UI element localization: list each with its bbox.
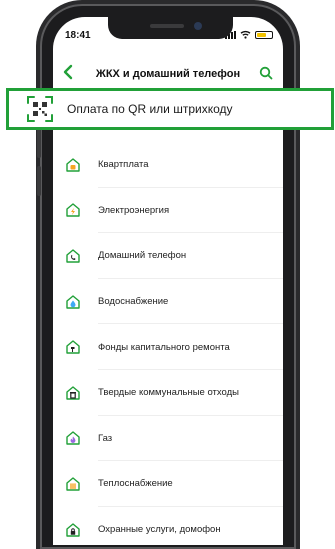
list-item-home-phone[interactable]: Домашний телефон — [53, 233, 283, 279]
list-item-label: Домашний телефон — [98, 250, 187, 262]
front-camera — [194, 22, 202, 30]
list-item-gas[interactable]: Газ — [53, 416, 283, 462]
battery-icon — [255, 30, 273, 39]
page-title: ЖКХ и домашний телефон — [95, 68, 241, 80]
list-item-label: Электроэнергия — [98, 204, 170, 216]
lightning-icon — [66, 203, 80, 218]
qr-scan-icon — [27, 96, 53, 122]
list-item-label: Водоснабжение — [98, 296, 169, 308]
list-item-solid-waste[interactable]: Твердые коммунальные отходы — [53, 370, 283, 416]
search-icon[interactable] — [259, 66, 273, 80]
phone-volume-up — [37, 128, 41, 158]
list-item-kvartplata[interactable]: Квартплата — [53, 142, 283, 188]
list-item-heating[interactable]: Теплоснабжение — [53, 461, 283, 507]
trash-icon — [66, 386, 80, 400]
water-drop-icon — [66, 294, 80, 309]
list-item-label: Газ — [98, 432, 113, 444]
wifi-icon — [240, 30, 251, 39]
heat-icon — [66, 477, 80, 491]
phone-icon — [66, 249, 80, 263]
app-header: ЖКХ и домашний телефон — [53, 59, 283, 89]
gas-flame-icon — [66, 431, 80, 446]
category-list: Квартплата Электроэнергия Домашний телеф… — [53, 142, 283, 545]
back-arrow-icon[interactable] — [63, 64, 73, 80]
lock-icon — [66, 522, 80, 537]
list-item-label: Теплоснабжение — [98, 478, 173, 490]
list-item-security[interactable]: Охранные услуги, домофон — [53, 507, 283, 545]
house-icon — [66, 158, 80, 172]
list-item-electricity[interactable]: Электроэнергия — [53, 188, 283, 234]
phone-volume-down — [37, 166, 41, 196]
list-item-water[interactable]: Водоснабжение — [53, 279, 283, 325]
list-item-label: Квартплата — [98, 159, 149, 171]
list-item-label: Фонды капитального ремонта — [98, 341, 230, 353]
qr-pay-button[interactable]: Оплата по QR или штрихкоду — [6, 88, 334, 130]
phone-notch — [108, 17, 233, 39]
status-time: 18:41 — [65, 30, 91, 41]
hammer-icon — [66, 340, 80, 354]
speaker-grille — [150, 24, 184, 28]
list-item-label: Твердые коммунальные отходы — [98, 387, 239, 399]
list-item-label: Охранные услуги, домофон — [98, 524, 221, 536]
qr-pay-label: Оплата по QR или штрихкоду — [67, 102, 233, 116]
status-icons — [225, 30, 273, 39]
list-item-repair-funds[interactable]: Фонды капитального ремонта — [53, 324, 283, 370]
